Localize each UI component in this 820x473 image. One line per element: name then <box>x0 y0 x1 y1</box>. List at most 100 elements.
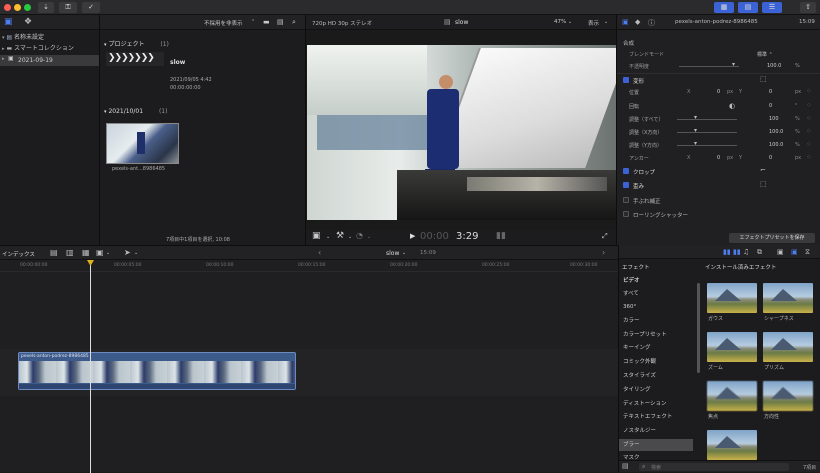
forward-arrow-icon[interactable]: › <box>602 248 605 257</box>
param-value[interactable]: 0 <box>717 155 720 161</box>
scale-slider-knob[interactable]: ▾ <box>694 140 697 147</box>
keyframe-icon[interactable]: ◇ <box>807 88 811 94</box>
param-value[interactable]: 100 <box>769 116 779 122</box>
category-video[interactable]: ビデオ <box>619 275 693 287</box>
transitions-icon[interactable]: ⧖ <box>805 248 810 257</box>
category-text-effects[interactable]: テキストエフェクト <box>619 411 693 423</box>
effect-thumbnail[interactable] <box>707 430 757 460</box>
fullscreen-icon[interactable]: ⤢ <box>602 232 608 241</box>
video-frame[interactable] <box>307 45 616 220</box>
close-window-button[interactable] <box>4 4 11 11</box>
keyframe-icon[interactable]: ◇ <box>807 102 811 108</box>
scale-slider[interactable] <box>677 132 737 133</box>
effect-thumbnail[interactable] <box>763 381 813 411</box>
category-all[interactable]: すべて <box>619 288 693 300</box>
keyframe-icon[interactable]: ◇ <box>807 128 811 134</box>
compositing-section[interactable]: 合成 <box>623 39 634 47</box>
media-icon[interactable]: ❖ <box>24 17 32 27</box>
effects-search-field[interactable]: ⌕ 検索 <box>639 463 789 471</box>
filter-dropdown[interactable]: 不採用を非表示 <box>204 19 243 27</box>
transform-onscreen-icon[interactable]: ⬚ <box>760 75 767 83</box>
param-value[interactable]: 0 <box>769 89 772 95</box>
search-icon[interactable]: ⌕ <box>292 18 296 27</box>
color-inspector-icon[interactable]: ◆ <box>635 18 640 26</box>
category-tiling[interactable]: タイリング <box>619 384 693 396</box>
zoom-out-icon[interactable]: ▣ <box>777 248 784 256</box>
stabilize-checkbox[interactable] <box>623 197 629 203</box>
libraries-icon[interactable]: ▣ <box>4 17 13 27</box>
category-blur-selected[interactable]: ブラー <box>619 439 693 451</box>
scale-slider[interactable] <box>677 119 737 120</box>
show-inspector-button[interactable]: ☰ <box>762 2 782 13</box>
crop-onscreen-icon[interactable]: ⌐ <box>760 166 766 174</box>
param-value[interactable]: 0 <box>717 89 720 95</box>
opacity-slider[interactable] <box>679 66 739 67</box>
category-keying[interactable]: キーイング <box>619 342 693 354</box>
timeline-clip[interactable]: pexels-anton-podrez-8986485 <box>18 352 296 390</box>
save-effects-preset-button[interactable]: エフェクトプリセットを保存 <box>729 233 815 243</box>
show-browser-button[interactable]: ▦ <box>714 2 734 13</box>
clip-appearance-icon[interactable]: ▤ <box>50 248 58 257</box>
category-360[interactable]: 360° <box>619 301 693 313</box>
param-value[interactable]: 100.0 <box>769 142 783 148</box>
effect-thumbnail[interactable] <box>763 283 813 313</box>
view-dropdown[interactable]: 表示 <box>588 19 599 27</box>
opacity-slider-knob[interactable]: ▾ <box>732 61 735 68</box>
category-distortion[interactable]: ディストーション <box>619 398 693 410</box>
project-thumbnail[interactable]: ❯❯❯❯❯❯❯ <box>106 52 164 66</box>
keyframe-icon[interactable]: ◇ <box>807 154 811 160</box>
param-value[interactable]: 0 <box>769 155 772 161</box>
sidebar-toggle-icon[interactable]: ▤ <box>622 462 629 470</box>
keyword-button[interactable]: ⚿ <box>59 2 77 13</box>
effects-browser-icon[interactable]: ▣ <box>791 248 798 256</box>
enhance-icon[interactable]: ⚒ <box>336 231 344 241</box>
category-nostalgia[interactable]: ノスタルジー <box>619 425 693 437</box>
index-button[interactable]: インデックス <box>2 250 35 258</box>
playhead[interactable] <box>90 260 91 473</box>
rolling-shutter-checkbox[interactable] <box>623 211 629 217</box>
rotation-dial-icon[interactable]: ◐ <box>729 102 735 110</box>
category-color-presets[interactable]: カラープリセット <box>619 329 693 341</box>
event-item-selected[interactable]: ▸ ▣ 2021-09-19 <box>0 55 99 66</box>
share-button[interactable]: ⇧ <box>800 2 816 13</box>
speed-icon[interactable]: ◔ <box>356 231 363 240</box>
scale-slider-knob[interactable]: ▾ <box>694 127 697 134</box>
scale-slider-knob[interactable]: ▾ <box>694 114 697 121</box>
insert-clip-icon[interactable]: ▦ <box>82 248 90 257</box>
video-effects-icon[interactable]: ▮▮ <box>723 248 731 256</box>
list-view-icon[interactable]: ▤ <box>277 18 284 26</box>
category-comic[interactable]: コミック外観 <box>619 356 693 368</box>
select-tool-icon[interactable]: ➤ <box>124 248 131 257</box>
category-color[interactable]: カラー <box>619 315 693 327</box>
overwrite-clip-icon[interactable]: ▣ <box>96 248 104 257</box>
clip-appearance-icon[interactable]: ▬ <box>263 18 270 26</box>
opacity-value[interactable]: 100.0 <box>767 63 781 69</box>
headphones-icon[interactable]: ♫ <box>743 248 749 256</box>
library-item[interactable]: ▾ ▤ 名称未設定 <box>2 32 100 42</box>
category-stylize[interactable]: スタイライズ <box>619 370 693 382</box>
import-button[interactable]: ⇣ <box>38 2 54 13</box>
keyframe-icon[interactable]: ◇ <box>807 141 811 147</box>
param-value[interactable]: 100.0 <box>769 129 783 135</box>
scale-slider[interactable] <box>677 145 737 146</box>
projects-section-header[interactable]: ▾ プロジェクト (1) <box>104 39 169 48</box>
snapping-icon[interactable]: ⧉ <box>757 248 762 257</box>
effect-thumbnail[interactable] <box>707 283 757 313</box>
zoom-dropdown[interactable]: 47% <box>554 19 566 25</box>
minimize-window-button[interactable] <box>14 4 21 11</box>
background-tasks-button[interactable]: ✓ <box>82 2 100 13</box>
timeline-project-name[interactable]: slow <box>386 250 399 257</box>
keyframe-icon[interactable]: ◇ <box>807 115 811 121</box>
video-inspector-icon[interactable]: ▣ <box>622 18 629 26</box>
zoom-window-button[interactable] <box>24 4 31 11</box>
play-button[interactable]: ▶ <box>410 232 415 240</box>
distort-onscreen-icon[interactable]: ⬚ <box>760 180 767 188</box>
back-arrow-icon[interactable]: ‹ <box>318 248 321 257</box>
event-section-header[interactable]: ▾ 2021/10/01 (1) <box>104 108 167 115</box>
crop-checkbox[interactable] <box>623 168 629 174</box>
show-timeline-button[interactable]: ▤ <box>738 2 758 13</box>
transform-icon[interactable]: ▣ <box>312 231 321 241</box>
transform-checkbox[interactable] <box>623 77 629 83</box>
connect-clip-icon[interactable]: ▥ <box>66 248 74 257</box>
info-inspector-icon[interactable]: ⓘ <box>648 18 655 28</box>
